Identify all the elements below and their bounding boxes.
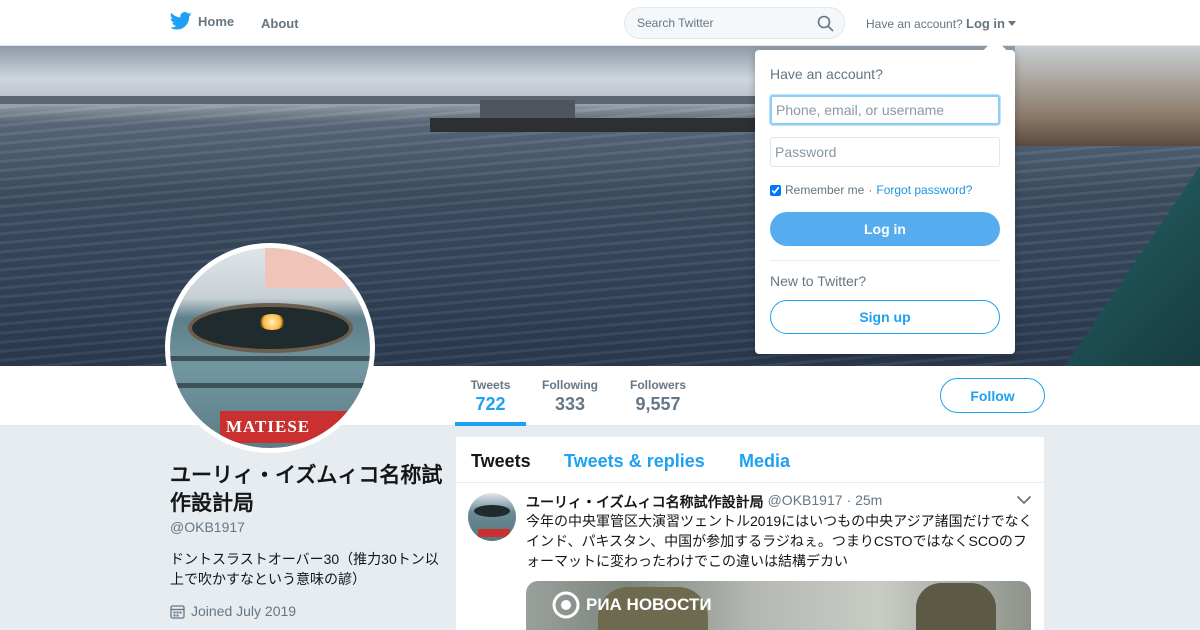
tweet-author-name[interactable]: ユーリィ・イズムィコ名称試作設計局 xyxy=(526,492,764,512)
header-pier xyxy=(430,118,760,132)
media-soldier-right xyxy=(916,583,996,630)
login-dropdown-toggle[interactable]: Log in xyxy=(966,16,1016,31)
remember-me-checkbox[interactable] xyxy=(770,184,781,196)
tab-media[interactable]: Media xyxy=(739,451,790,472)
tweet-media-image[interactable]: РИА НОВОСТИ xyxy=(526,581,1031,630)
profile-avatar[interactable]: MATIESE xyxy=(165,243,375,453)
tweet-timestamp[interactable]: · 25m xyxy=(847,492,883,512)
new-to-twitter-text: New to Twitter? xyxy=(770,273,867,289)
search-input[interactable] xyxy=(625,8,805,38)
signup-button[interactable]: Sign up xyxy=(770,300,1000,334)
username-input[interactable] xyxy=(770,95,1000,125)
tweet-avatar-barrel xyxy=(474,505,510,517)
remember-separator: · xyxy=(868,183,873,197)
nav-about-link[interactable]: About xyxy=(261,16,299,31)
chevron-down-icon[interactable] xyxy=(1017,496,1031,505)
stat-following-value: 333 xyxy=(554,394,586,414)
caret-down-icon xyxy=(1008,20,1016,26)
tab-tweets[interactable]: Tweets xyxy=(471,451,531,472)
tweet-text: 今年の中央軍管区大演習ツェントル2019にはいつもの中央アジア諸国だけでなくイン… xyxy=(526,513,1033,569)
nav-home-label: Home xyxy=(198,13,235,29)
timeline: Tweets Tweets & replies Media ユーリィ・イズムィコ… xyxy=(456,437,1044,630)
tweet-avatar-label xyxy=(478,529,510,537)
header-containers xyxy=(480,100,575,120)
twitter-bird-icon xyxy=(170,12,192,30)
profile-joined-date: Joined July 2019 xyxy=(170,603,296,619)
avatar-barrel-band xyxy=(170,356,370,361)
avatar-background-sign xyxy=(265,248,345,288)
stat-followers-label: Followers xyxy=(629,378,686,392)
stat-following[interactable]: Following 333 xyxy=(536,378,604,415)
stat-following-label: Following xyxy=(542,378,598,392)
profile-bio: ドントスラストオーバー30（推力30トン以上で吹かすなという意味の諺） xyxy=(170,551,439,587)
avatar-barrel-label: MATIESE xyxy=(220,411,350,443)
avatar-barrel-band-lower xyxy=(170,383,370,388)
profile-name[interactable]: ユーリィ・イズムィコ名称試作設計局 xyxy=(170,462,445,518)
search-box xyxy=(624,7,845,39)
calendar-icon xyxy=(170,604,185,619)
login-button[interactable]: Log in xyxy=(770,212,1000,246)
search-icon[interactable] xyxy=(817,15,834,32)
login-dropdown: Have an account? Remember me · Forgot pa… xyxy=(755,38,1015,354)
media-watermark: РИА НОВОСТИ xyxy=(552,591,712,619)
tweet-author-handle[interactable]: @OKB1917 xyxy=(768,492,843,512)
have-account-text: Have an account? xyxy=(866,17,963,31)
stat-tweets-value: 722 xyxy=(475,394,506,414)
remember-me-label[interactable]: Remember me xyxy=(785,183,864,197)
nav-home-link[interactable]: Home xyxy=(170,12,234,30)
timeline-tabs: Tweets Tweets & replies Media xyxy=(456,437,1044,483)
dropdown-divider xyxy=(770,260,1000,261)
profile-joined-text: Joined July 2019 xyxy=(191,603,297,619)
forgot-password-link[interactable]: Forgot password? xyxy=(876,183,972,197)
password-input[interactable] xyxy=(770,137,1000,167)
stat-followers-value: 9,557 xyxy=(635,394,681,414)
follow-button[interactable]: Follow xyxy=(940,378,1045,413)
ria-logo-icon xyxy=(552,591,580,619)
profile-handle[interactable]: @OKB1917 xyxy=(170,519,245,535)
stat-followers[interactable]: Followers 9,557 xyxy=(624,378,692,415)
tweet-header: ユーリィ・イズムィコ名称試作設計局 @OKB1917 · 25m xyxy=(526,492,882,512)
header-shoreline xyxy=(0,96,800,104)
tweet-avatar[interactable] xyxy=(468,493,516,541)
top-navigation-bar: Home About Have an account? Log in xyxy=(0,0,1200,46)
avatar-flame xyxy=(258,314,286,330)
stat-tweets-label: Tweets xyxy=(470,378,511,392)
stat-tweets[interactable]: Tweets 722 xyxy=(455,378,526,426)
remember-row: Remember me · Forgot password? xyxy=(770,183,972,197)
tab-tweets-replies[interactable]: Tweets & replies xyxy=(564,451,705,472)
header-ship xyxy=(1015,46,1200,146)
media-watermark-text: РИА НОВОСТИ xyxy=(586,595,712,614)
dropdown-title: Have an account? xyxy=(770,66,883,82)
tweet[interactable]: ユーリィ・イズムィコ名称試作設計局 @OKB1917 · 25m 今年の中央軍管… xyxy=(456,483,1044,630)
login-link-label: Log in xyxy=(966,16,1005,31)
